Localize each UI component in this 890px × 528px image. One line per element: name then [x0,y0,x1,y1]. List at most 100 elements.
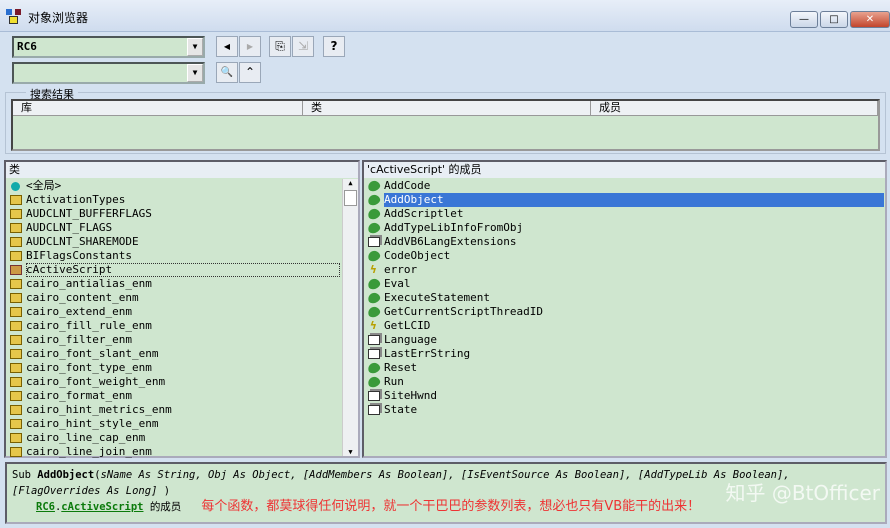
class-list-item[interactable]: cairo_hint_style_enm [6,417,342,431]
member-list-item[interactable]: Reset [364,361,885,375]
method-icon [366,277,382,291]
class-list-item[interactable]: ActivationTypes [6,193,342,207]
class-list-item[interactable]: cairo_extend_enm [6,305,342,319]
method-icon [366,375,382,389]
member-list-item[interactable]: GetCurrentScriptThreadID [364,305,885,319]
class-link[interactable]: cActiveScript [61,501,143,513]
chevron-down-icon[interactable]: ▼ [187,64,203,82]
member-list-item[interactable]: AddScriptlet [364,207,885,221]
param: Obj As Object, [208,469,297,481]
param: sName As String, [100,469,202,481]
member-list-item[interactable]: Eval [364,277,885,291]
event-icon: ϟ [370,263,377,276]
class-list-item[interactable]: cActiveScript [6,263,342,277]
column-library[interactable]: 库 [13,101,303,116]
enum-icon [10,447,22,457]
search-results-list[interactable]: 库 类 成员 [11,99,880,151]
help-button[interactable]: ? [323,36,345,57]
enum-icon [10,377,22,387]
member-of-label: 的成员 [149,501,182,513]
class-list-item[interactable]: AUDCLNT_SHAREMODE [6,235,342,249]
collapse-results-button[interactable]: ⌃ [239,62,261,83]
event-icon: ϟ [370,319,377,332]
item-label: BIFlagsConstants [26,249,132,262]
member-list-item[interactable]: AddObject [364,193,885,207]
class-list-item[interactable]: cairo_font_type_enm [6,361,342,375]
item-label: Run [384,375,404,388]
item-label: cairo_hint_metrics_enm [26,403,172,416]
item-label: <全局> [26,179,62,192]
member-list-item[interactable]: ϟ GetLCID [364,319,885,333]
item-label: AddVB6LangExtensions [384,235,517,248]
item-label: cActiveScript [26,263,340,277]
minimize-button[interactable]: — [790,11,818,28]
item-label: GetCurrentScriptThreadID [384,305,543,318]
member-list-item[interactable]: Run [364,375,885,389]
library-link[interactable]: RC6 [36,501,55,513]
class-list-item[interactable]: cairo_line_cap_enm [6,431,342,445]
global-icon [11,182,20,191]
library-select[interactable]: RC6 ▼ [12,36,205,58]
class-list-item[interactable]: cairo_filter_enm [6,333,342,347]
class-list-item[interactable]: cairo_line_join_enm [6,445,342,459]
column-class[interactable]: 类 [303,101,591,116]
item-label: cairo_hint_style_enm [26,417,159,430]
item-label: cairo_font_slant_enm [26,347,159,360]
scrollbar-thumb[interactable] [344,190,357,206]
back-button[interactable]: ◀ [216,36,238,57]
close-button[interactable]: ✕ [850,11,890,28]
column-member[interactable]: 成员 [591,101,878,116]
item-label: ActivationTypes [26,193,126,206]
class-list-item[interactable]: cairo_content_enm [6,291,342,305]
class-list-item[interactable]: cairo_format_enm [6,389,342,403]
class-list-item[interactable]: cairo_antialias_enm [6,277,342,291]
class-list-item[interactable]: cairo_hint_metrics_enm [6,403,342,417]
class-list-item[interactable]: cairo_font_weight_enm [6,375,342,389]
item-label: cairo_extend_enm [26,305,132,318]
member-list-item[interactable]: Language [364,333,885,347]
class-list-item[interactable]: cairo_fill_rule_enm [6,319,342,333]
param: [AddMembers As Boolean], [302,469,455,481]
enum-icon [10,209,22,219]
enum-icon [10,279,22,289]
copy-button[interactable]: ⎘ [269,36,291,57]
member-list-item[interactable]: SiteHwnd [364,389,885,403]
item-label: AddScriptlet [384,207,464,220]
method-icon [366,361,382,375]
members-pane: 'cActiveScript' 的成员 AddCode AddObject AddS… [362,160,887,458]
enum-icon [10,307,22,317]
maximize-button[interactable]: □ [820,11,848,28]
member-list-item[interactable]: ExecuteStatement [364,291,885,305]
class-list-item[interactable]: AUDCLNT_FLAGS [6,221,342,235]
class-list-item[interactable]: BIFlagsConstants [6,249,342,263]
member-list-item[interactable]: ϟ error [364,263,885,277]
param: [FlagOverrides As Long] [12,485,158,497]
item-label: AddCode [384,179,431,192]
find-button[interactable]: 🔍 [216,62,238,83]
member-list-item[interactable]: AddTypeLibInfoFromObj [364,221,885,235]
annotation-note: 每个函数，都莫球得任何说明，就一个干巴巴的参数列表，想必也只有VB能干的出来！ [201,499,701,514]
search-input[interactable]: ▼ [12,62,205,84]
method-icon [366,221,382,235]
member-list-item[interactable]: State [364,403,885,417]
object-browser-icon [6,9,22,25]
class-list-item[interactable]: cairo_font_slant_enm [6,347,342,361]
member-list-item[interactable]: AddCode [364,179,885,193]
param: [IsEventSource As Boolean], [460,469,632,481]
chevron-down-icon[interactable]: ▼ [187,38,203,56]
item-label: Language [384,333,437,346]
classes-scrollbar[interactable]: ▲ ▼ [342,179,358,456]
property-icon [368,349,380,359]
forward-button[interactable]: ▶ [239,36,261,57]
item-label: AUDCLNT_SHAREMODE [26,235,139,248]
member-list-item[interactable]: CodeObject [364,249,885,263]
class-icon [10,265,22,275]
view-definition-button[interactable]: ⇲ [292,36,314,57]
item-label: AUDCLNT_BUFFERFLAGS [26,207,152,220]
class-list-item[interactable]: AUDCLNT_BUFFERFLAGS [6,207,342,221]
member-list-item[interactable]: LastErrString [364,347,885,361]
enum-icon [10,195,22,205]
member-list-item[interactable]: AddVB6LangExtensions [364,235,885,249]
enum-icon [10,391,22,401]
class-list-item[interactable]: <全局> [6,179,342,193]
